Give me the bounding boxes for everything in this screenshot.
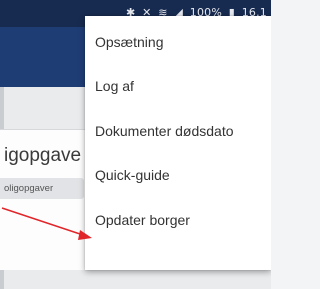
card-tag-label: oligopgaver — [4, 183, 54, 194]
menu-item-opdater-borger[interactable]: Opdater borger — [85, 200, 271, 240]
card-title: igopgave — [4, 145, 82, 166]
menu-item-dokumenter-doedsdato[interactable]: Dokumenter dødsdato — [85, 111, 271, 151]
menu-item-opsaetning[interactable]: Opsætning — [85, 22, 271, 62]
menu-item-label: Quick-guide — [95, 167, 170, 183]
phone-screen: ✱ ✕ ≋ ◢ 100% ▮ 16.1 igopgave oligopgaver… — [0, 0, 271, 289]
menu-item-log-af[interactable]: Log af — [85, 66, 271, 106]
menu-item-label: Opsætning — [95, 34, 164, 50]
menu-item-label: Log af — [95, 78, 134, 94]
menu-item-label: Opdater borger — [95, 212, 190, 228]
menu-item-quick-guide[interactable]: Quick-guide — [85, 155, 271, 195]
overflow-menu: Opsætning Log af Dokumenter dødsdato Qui… — [85, 16, 271, 270]
menu-item-label: Dokumenter dødsdato — [95, 123, 234, 139]
